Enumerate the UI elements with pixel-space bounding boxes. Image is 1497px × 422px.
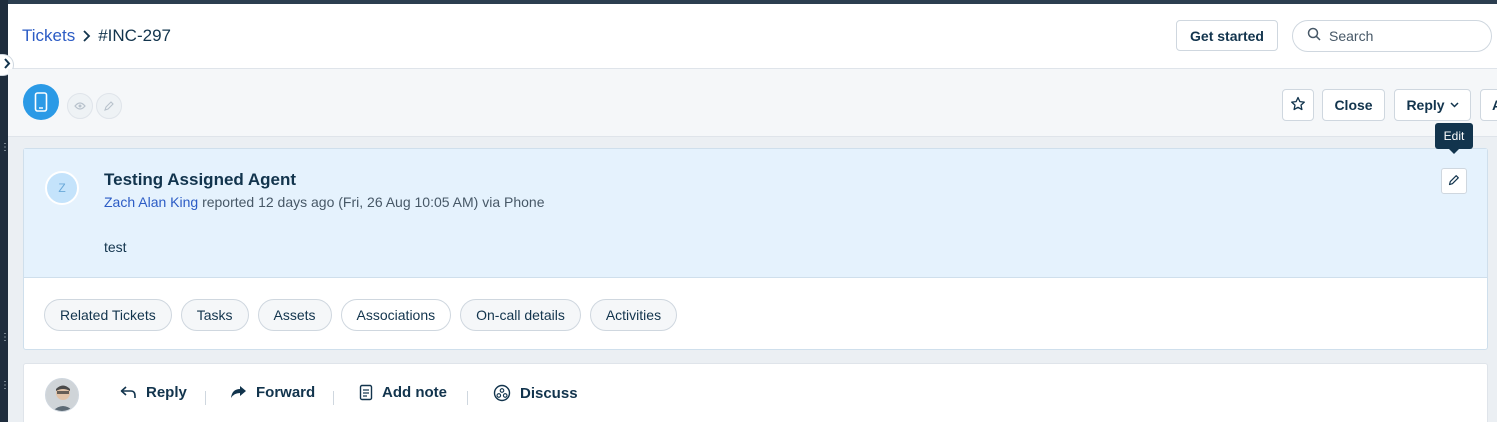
rail-handle: ⋮ <box>0 380 10 391</box>
reply-icon <box>120 385 146 400</box>
search-input[interactable] <box>1329 28 1479 44</box>
edit-ticket-button[interactable] <box>1441 168 1467 194</box>
edit-tooltip: Edit <box>1435 123 1473 154</box>
tab-associations[interactable]: Associations <box>340 299 452 331</box>
add-note-action-label: Add note <box>382 384 447 401</box>
note-icon <box>359 384 382 401</box>
discuss-action[interactable]: Discuss <box>493 384 578 402</box>
breadcrumb: Tickets #INC-297 <box>22 26 171 46</box>
action-divider <box>205 391 206 405</box>
ticket-toolbar: Close Reply A <box>8 69 1497 137</box>
reply-action[interactable]: Reply <box>120 384 187 401</box>
rail-handle: ⋮ <box>0 142 10 153</box>
forward-action-label: Forward <box>256 384 316 401</box>
close-ticket-button[interactable]: Close <box>1322 89 1385 121</box>
discuss-action-label: Discuss <box>520 384 578 402</box>
search-box[interactable] <box>1292 20 1492 52</box>
tab-activities[interactable]: Activities <box>589 299 678 331</box>
add-note-action[interactable]: Add note <box>359 384 447 401</box>
pencil-icon <box>1448 174 1460 189</box>
pencil-icon[interactable] <box>96 93 122 119</box>
reply-label: Reply <box>1406 97 1445 113</box>
tab-related-tickets[interactable]: Related Tickets <box>44 299 172 331</box>
ticket-meta-text: reported 12 days ago (Fri, 26 Aug 10:05 … <box>202 194 545 210</box>
reply-bar: Reply Forward Add note Discuss <box>23 363 1488 422</box>
breadcrumb-tickets-link[interactable]: Tickets <box>22 26 75 46</box>
favorite-button[interactable] <box>1282 89 1314 121</box>
discuss-icon <box>493 384 520 402</box>
requester-link[interactable]: Zach Alan King <box>104 194 198 210</box>
ticket-description: test <box>104 239 127 255</box>
rail-handle: ⋮ <box>0 332 10 343</box>
reply-action-label: Reply <box>146 384 187 401</box>
action-divider <box>467 391 468 405</box>
breadcrumb-current: #INC-297 <box>98 26 171 45</box>
watch-icon[interactable] <box>67 93 93 119</box>
forward-icon <box>230 385 256 400</box>
action-divider <box>333 391 334 405</box>
tab-on-call-details[interactable]: On-call details <box>460 299 581 331</box>
more-actions-button[interactable]: A <box>1480 89 1497 121</box>
ticket-header: Z Testing Assigned Agent Zach Alan King … <box>24 149 1487 278</box>
tab-assets[interactable]: Assets <box>257 299 332 331</box>
chevron-right-icon <box>82 30 91 42</box>
ticket-card: Z Testing Assigned Agent Zach Alan King … <box>23 148 1488 350</box>
ticket-meta: Zach Alan King reported 12 days ago (Fri… <box>104 194 545 210</box>
chevron-down-icon <box>1450 102 1459 108</box>
requester-avatar: Z <box>45 171 79 205</box>
search-icon <box>1307 27 1321 46</box>
get-started-button[interactable]: Get started <box>1176 20 1278 51</box>
ticket-tabs: Related Tickets Tasks Assets Association… <box>44 299 678 331</box>
tab-tasks[interactable]: Tasks <box>180 299 249 331</box>
ticket-subject: Testing Assigned Agent <box>104 170 297 189</box>
reply-dropdown-button[interactable]: Reply <box>1394 89 1471 121</box>
star-icon <box>1290 96 1306 115</box>
page-header: Tickets #INC-297 Get started <box>8 4 1497 69</box>
phone-source-icon <box>23 84 59 120</box>
agent-avatar <box>45 378 79 412</box>
forward-action[interactable]: Forward <box>230 384 315 401</box>
